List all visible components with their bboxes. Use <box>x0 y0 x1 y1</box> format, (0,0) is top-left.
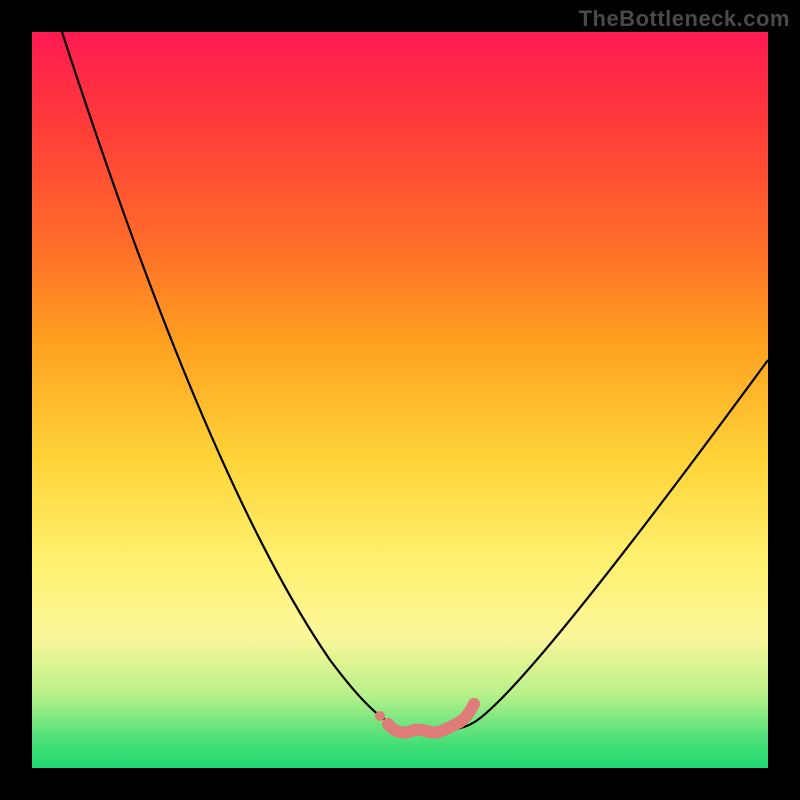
gradient-plot-area <box>32 32 768 768</box>
watermark-text: TheBottleneck.com <box>579 6 790 32</box>
chart-frame: TheBottleneck.com <box>0 0 800 800</box>
